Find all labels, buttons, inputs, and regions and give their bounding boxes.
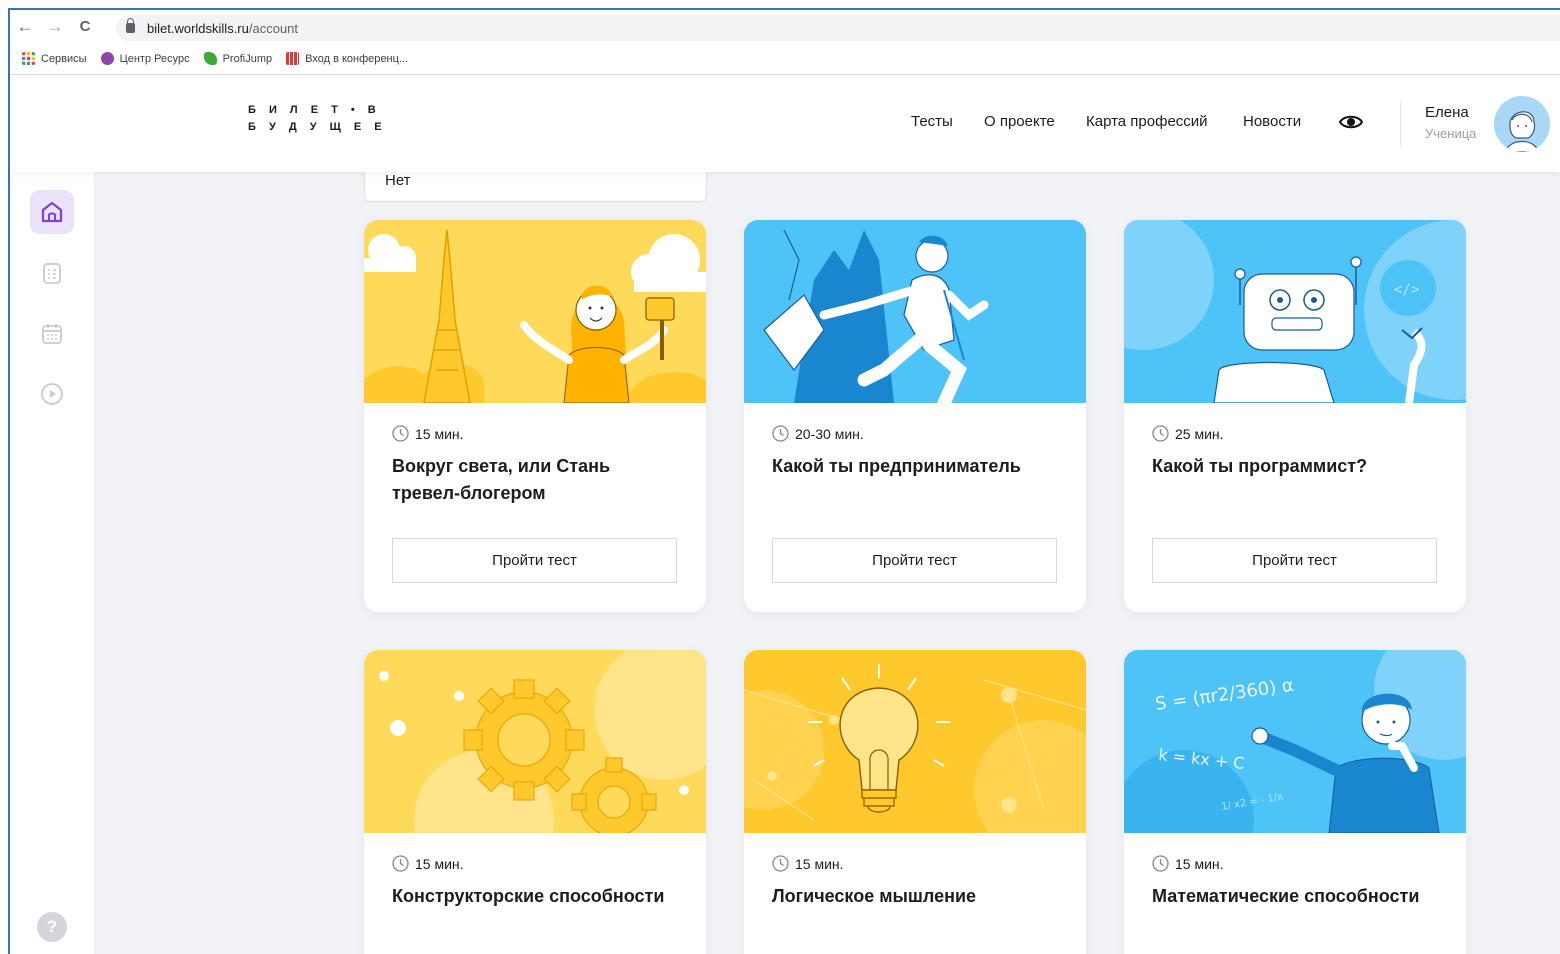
filter-select-value: Нет xyxy=(385,172,411,189)
sidebar-item-calendar[interactable] xyxy=(30,312,74,356)
duration-text: 15 мин. xyxy=(415,855,464,872)
reload-button[interactable]: C xyxy=(70,18,100,35)
duration: 15 мин. xyxy=(392,855,464,872)
help-button[interactable]: ? xyxy=(37,912,67,942)
bookmark-label: ProfiJump xyxy=(222,52,273,65)
logo-line-2: Б У Д У Щ Е Е xyxy=(248,121,387,133)
duration-text: 15 мин. xyxy=(1175,855,1224,872)
nav-news[interactable]: Новости xyxy=(1243,113,1301,130)
avatar-illustration xyxy=(1494,96,1550,152)
card-title: Математические способности xyxy=(1152,886,1420,906)
take-test-button[interactable]: Пройти тест xyxy=(1152,538,1437,583)
math-illustration: S = (πr2/360) α k = kx + C 1/ x2 = - 1/x xyxy=(1124,650,1466,833)
card-title: Какой ты предприниматель xyxy=(772,456,1021,476)
eye-icon[interactable] xyxy=(1339,114,1363,130)
duration-text: 20-30 мин. xyxy=(795,425,864,442)
gears-illustration xyxy=(364,650,706,833)
address-bar[interactable]: bilet.worldskills.ru/account xyxy=(116,15,1560,41)
bookmarks-bar: Сервисы Центр Ресурс ProfiJump Вход в ко… xyxy=(10,43,1560,75)
clock-icon xyxy=(1152,855,1169,872)
test-card[interactable]: 15 мин. Конструкторские способности xyxy=(364,650,706,954)
site-header: Б И Л Е Т • В Б У Д У Щ Е Е Тесты О прое… xyxy=(10,76,1560,172)
browser-toolbar: ← → C bilet.worldskills.ru/account xyxy=(10,10,1560,43)
resource-center-icon xyxy=(100,52,114,65)
forward-button[interactable]: → xyxy=(40,17,70,37)
main-content: ? Нет 15 мин. Вокруг света, или Стань тр… xyxy=(10,157,1560,954)
conference-icon xyxy=(286,52,300,65)
take-test-button[interactable]: Пройти тест xyxy=(392,538,677,583)
bookmark-profijump[interactable]: ProfiJump xyxy=(203,52,273,65)
nav-tests[interactable]: Тесты xyxy=(911,113,953,130)
nav-about[interactable]: О проекте xyxy=(984,113,1055,130)
bookmark-label: Сервисы xyxy=(41,52,87,65)
card-title: Какой ты программист? xyxy=(1152,456,1368,476)
header-divider xyxy=(1400,102,1401,146)
test-card[interactable]: </> 25 мин. Какой ты программист? Пройти… xyxy=(1124,220,1466,612)
sidebar-item-video[interactable] xyxy=(30,372,74,416)
browser-window: ← → C bilet.worldskills.ru/account Серви… xyxy=(8,8,1560,954)
bookmark-label: Вход в конференц... xyxy=(305,52,409,65)
home-icon xyxy=(41,201,63,223)
test-card[interactable]: S = (πr2/360) α k = kx + C 1/ x2 = - 1/x… xyxy=(1124,650,1466,954)
clock-icon xyxy=(772,425,789,442)
svg-text:</>: </> xyxy=(1394,282,1419,298)
url-host: bilet.worldskills.ru xyxy=(147,20,249,36)
clock-icon xyxy=(392,855,409,872)
logo-line-1: Б И Л Е Т • В xyxy=(248,104,381,116)
duration-text: 15 мин. xyxy=(795,855,844,872)
clock-icon xyxy=(1152,425,1169,442)
site-logo[interactable]: Б И Л Е Т • В Б У Д У Щ Е Е xyxy=(248,102,387,136)
lightbulb-illustration xyxy=(744,650,1086,833)
avatar[interactable] xyxy=(1494,96,1550,152)
nav-professions-map[interactable]: Карта профессий xyxy=(1086,113,1208,130)
duration: 25 мин. xyxy=(1152,425,1224,442)
apps-grid-icon xyxy=(22,52,35,65)
test-card[interactable]: 15 мин. Вокруг света, или Стань тревел-б… xyxy=(364,220,706,612)
sidebar-item-tests[interactable] xyxy=(30,251,74,295)
bookmark-services[interactable]: Сервисы xyxy=(22,52,87,65)
card-title: Логическое мышление xyxy=(772,886,977,906)
test-card[interactable]: 20-30 мин. Какой ты предприниматель Прой… xyxy=(744,220,1086,612)
url-path: /account xyxy=(248,20,299,36)
test-card[interactable]: 15 мин. Логическое мышление xyxy=(744,650,1086,954)
calendar-icon xyxy=(42,324,62,344)
list-icon xyxy=(43,263,61,284)
user-role: Ученица xyxy=(1425,126,1477,141)
take-test-button[interactable]: Пройти тест xyxy=(772,538,1057,583)
user-name[interactable]: Елена xyxy=(1425,104,1469,121)
clock-icon xyxy=(772,855,789,872)
sidebar-item-home[interactable] xyxy=(30,190,74,234)
lock-icon xyxy=(126,18,135,33)
duration: 15 мин. xyxy=(772,855,844,872)
duration-text: 25 мин. xyxy=(1175,425,1224,442)
clock-icon xyxy=(392,425,409,442)
card-title: Конструкторские способности xyxy=(392,886,665,906)
profijump-icon xyxy=(203,52,217,65)
card-title: Вокруг света, или Стань тревел-блогером xyxy=(392,456,611,503)
travel-blogger-illustration xyxy=(364,220,706,403)
duration: 20-30 мин. xyxy=(772,425,864,442)
play-icon xyxy=(41,383,63,405)
back-button[interactable]: ← xyxy=(10,17,40,37)
duration: 15 мин. xyxy=(1152,855,1224,872)
duration: 15 мин. xyxy=(392,425,464,442)
bookmark-conference[interactable]: Вход в конференц... xyxy=(286,52,408,65)
robot-illustration: </> xyxy=(1124,220,1466,403)
duration-text: 15 мин. xyxy=(415,425,464,442)
entrepreneur-illustration xyxy=(744,220,1086,403)
bookmark-label: Центр Ресурс xyxy=(119,52,190,65)
sidebar: ? xyxy=(10,172,94,954)
bookmark-resource-center[interactable]: Центр Ресурс xyxy=(100,52,190,65)
